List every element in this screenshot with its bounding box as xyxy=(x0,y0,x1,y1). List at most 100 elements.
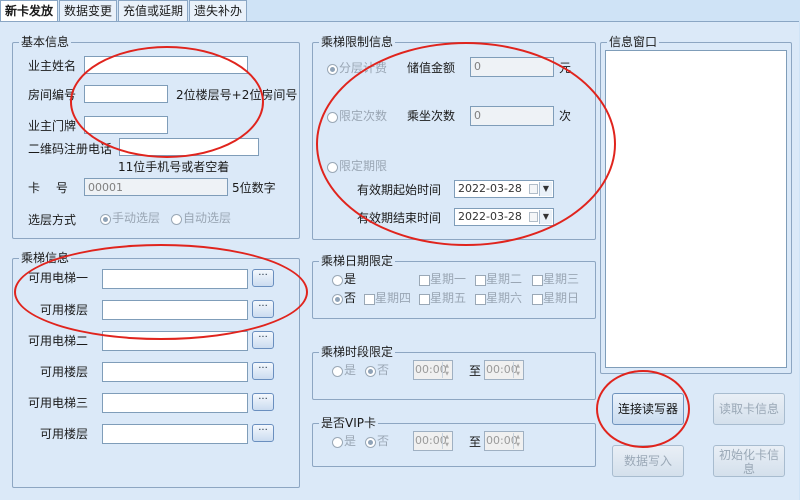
valid-end-label: 有效期结束时间 xyxy=(357,211,442,225)
qr-phone-label: 二维码注册电话 xyxy=(28,142,113,156)
date-limit-no-label: 否 xyxy=(344,291,357,305)
tab-new-card[interactable]: 新卡发放 xyxy=(0,0,59,22)
monday-checkbox[interactable] xyxy=(419,275,430,286)
elevator-2-label: 可用电梯二 xyxy=(28,334,89,348)
elevator-1-input[interactable] xyxy=(102,269,248,289)
floor-manual-radio[interactable] xyxy=(100,214,111,225)
tuesday-label: 星期二 xyxy=(486,272,523,286)
limit-info-title: 乘梯限制信息 xyxy=(319,34,396,50)
read-card-button[interactable]: 读取卡信息 xyxy=(713,393,785,425)
card-number-hint: 5位数字 xyxy=(232,181,276,195)
time-limit-to-stepper[interactable]: 00:00 ▲ ▼ xyxy=(484,360,524,380)
time-limit-to-label: 至 xyxy=(469,364,482,378)
card-number-input[interactable]: 00001 xyxy=(84,178,228,196)
elevator-3-browse-button[interactable]: ··· xyxy=(252,393,274,411)
valid-start-label: 有效期起始时间 xyxy=(357,183,442,197)
floor-manual-label: 手动选层 xyxy=(112,211,161,225)
owner-name-label: 业主姓名 xyxy=(28,59,77,73)
room-number-input[interactable] xyxy=(84,85,168,103)
floor-2-input[interactable] xyxy=(102,362,248,382)
floor-3-input[interactable] xyxy=(102,424,248,444)
time-limit-yes-radio[interactable] xyxy=(332,366,343,377)
floor-1-browse-button[interactable]: ··· xyxy=(252,300,274,318)
tab-lost-reissue[interactable]: 遗失补办 xyxy=(189,0,248,21)
date-limit-title: 乘梯日期限定 xyxy=(319,253,396,269)
limit-times-radio[interactable] xyxy=(327,112,338,123)
connect-reader-button[interactable]: 连接读写器 xyxy=(612,393,684,425)
vip-from-stepper[interactable]: 00:00 ▲ ▼ xyxy=(413,431,453,451)
vip-to-label: 至 xyxy=(469,435,482,449)
room-number-label: 房间编号 xyxy=(28,88,77,102)
sunday-checkbox[interactable] xyxy=(532,294,543,305)
info-window-output[interactable] xyxy=(605,50,787,368)
calendar-icon xyxy=(529,212,538,222)
vip-yes-label: 是 xyxy=(344,434,357,448)
floor-1-input[interactable] xyxy=(102,300,248,320)
date-limit-no-radio[interactable] xyxy=(332,294,343,305)
monday-label: 星期一 xyxy=(430,272,467,286)
spin-arrows-icon[interactable]: ▲ ▼ xyxy=(513,433,522,449)
date-limit-yes-radio[interactable] xyxy=(332,275,343,286)
stored-value-unit: 元 xyxy=(559,61,572,75)
init-card-button[interactable]: 初始化卡信 息 xyxy=(713,445,785,477)
time-limit-no-label: 否 xyxy=(377,363,390,377)
chevron-down-icon[interactable]: ▼ xyxy=(539,210,552,224)
basic-info-title: 基本信息 xyxy=(19,34,72,50)
owner-name-input[interactable] xyxy=(84,56,248,74)
time-limit-no-radio[interactable] xyxy=(365,366,376,377)
tab-data-change[interactable]: 数据变更 xyxy=(59,0,118,21)
valid-end-date-picker[interactable]: 2022-03-28 ▼ xyxy=(454,208,554,226)
spin-arrows-icon[interactable]: ▲ ▼ xyxy=(442,433,451,449)
thursday-label: 星期四 xyxy=(375,291,412,305)
stored-value-label: 储值金额 xyxy=(407,61,456,75)
friday-label: 星期五 xyxy=(430,291,467,305)
elevator-2-browse-button[interactable]: ··· xyxy=(252,331,274,349)
elevator-1-browse-button[interactable]: ··· xyxy=(252,269,274,287)
saturday-checkbox[interactable] xyxy=(475,294,486,305)
ride-count-input[interactable]: 0 xyxy=(470,106,554,126)
valid-end-date-value: 2022-03-28 xyxy=(458,210,522,223)
vip-title: 是否VIP卡 xyxy=(319,415,378,431)
floor-3-label: 可用楼层 xyxy=(40,427,89,441)
limit-period-radio[interactable] xyxy=(327,162,338,173)
time-limit-yes-label: 是 xyxy=(344,363,357,377)
tiered-billing-label: 分层计费 xyxy=(339,61,388,75)
chevron-down-icon[interactable]: ▼ xyxy=(539,182,552,196)
write-data-button[interactable]: 数据写入 xyxy=(612,445,684,477)
elevator-3-input[interactable] xyxy=(102,393,248,413)
init-card-line2: 息 xyxy=(742,462,755,476)
wednesday-checkbox[interactable] xyxy=(532,275,543,286)
spin-arrows-icon[interactable]: ▲ ▼ xyxy=(442,362,451,378)
time-limit-from-stepper[interactable]: 00:00 ▲ ▼ xyxy=(413,360,453,380)
valid-start-date-picker[interactable]: 2022-03-28 ▼ xyxy=(454,180,554,198)
qr-phone-input[interactable] xyxy=(119,138,259,156)
door-plate-input[interactable] xyxy=(84,116,168,134)
tuesday-checkbox[interactable] xyxy=(475,275,486,286)
floor-3-browse-button[interactable]: ··· xyxy=(252,424,274,442)
new-card-page: 基本信息 业主姓名 房间编号 2位楼层号+2位房间号 业主门牌 二维码注册电话 … xyxy=(0,21,799,500)
qr-phone-hint: 11位手机号或者空着 xyxy=(118,160,230,174)
date-limit-yes-label: 是 xyxy=(344,272,357,286)
floor-2-browse-button[interactable]: ··· xyxy=(252,362,274,380)
vip-no-radio[interactable] xyxy=(365,437,376,448)
calendar-icon xyxy=(529,184,538,194)
valid-start-date-value: 2022-03-28 xyxy=(458,182,522,195)
floor-1-label: 可用楼层 xyxy=(40,303,89,317)
time-limit-title: 乘梯时段限定 xyxy=(319,344,396,360)
vip-yes-radio[interactable] xyxy=(332,437,343,448)
vip-no-label: 否 xyxy=(377,434,390,448)
stored-value-input[interactable]: 0 xyxy=(470,57,554,77)
door-plate-label: 业主门牌 xyxy=(28,119,77,133)
spin-arrows-icon[interactable]: ▲ ▼ xyxy=(513,362,522,378)
friday-checkbox[interactable] xyxy=(419,294,430,305)
elevator-info-title: 乘梯信息 xyxy=(19,250,72,266)
ride-count-unit: 次 xyxy=(559,109,572,123)
tab-recharge[interactable]: 充值或延期 xyxy=(118,0,189,21)
floor-auto-radio[interactable] xyxy=(171,214,182,225)
vip-to-stepper[interactable]: 00:00 ▲ ▼ xyxy=(484,431,524,451)
floor-auto-label: 自动选层 xyxy=(183,211,232,225)
elevator-2-input[interactable] xyxy=(102,331,248,351)
tiered-billing-radio[interactable] xyxy=(327,64,338,75)
ride-count-label: 乘坐次数 xyxy=(407,109,456,123)
thursday-checkbox[interactable] xyxy=(364,294,375,305)
